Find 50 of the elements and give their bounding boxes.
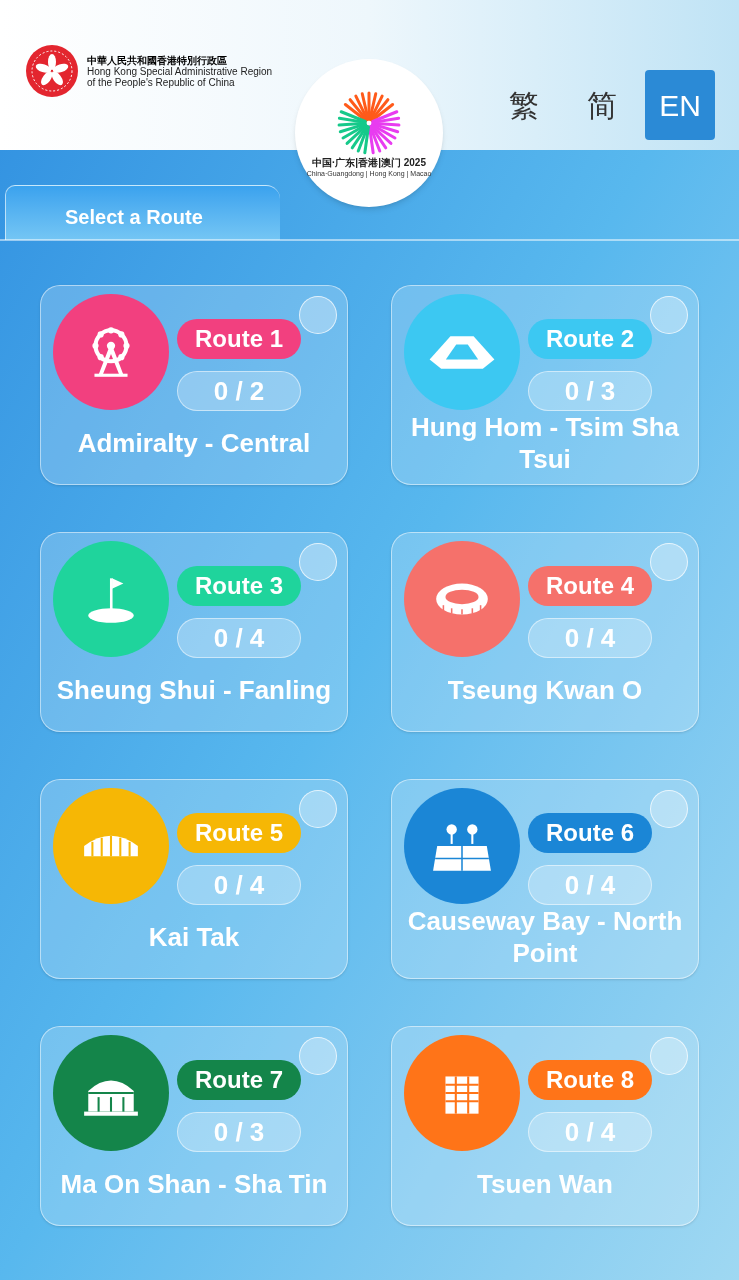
select-radio[interactable] <box>299 1037 337 1075</box>
route-badge: Route 2 <box>528 319 652 359</box>
route-card[interactable]: Route 3 0 / 4 Sheung Shui - Fanling <box>40 532 348 732</box>
route-name: Hung Hom - Tsim Sha Tsui <box>409 411 681 475</box>
route-badge: Route 7 <box>177 1060 301 1100</box>
route-tab[interactable]: Select a Route <box>5 185 280 240</box>
logo-text: 中国·广东|香港|澳门 2025 <box>312 157 426 168</box>
language-button[interactable]: EN <box>645 70 715 140</box>
route-badge: Route 6 <box>528 813 652 853</box>
progress-count: 0 / 4 <box>177 865 301 905</box>
route-badge: Route 5 <box>177 813 301 853</box>
select-radio[interactable] <box>299 296 337 334</box>
route-card[interactable]: Route 5 0 / 4 Kai Tak <box>40 779 348 979</box>
route-name: Tseung Kwan O <box>447 674 643 706</box>
select-radio[interactable] <box>299 790 337 828</box>
select-radio[interactable] <box>650 790 688 828</box>
route-card[interactable]: Route 7 0 / 3 Ma On Shan - Sha Tin <box>40 1026 348 1226</box>
progress-count: 0 / 4 <box>177 618 301 658</box>
government-name: Hong Kong Special Administrative Region <box>87 65 273 77</box>
roof-icon <box>427 333 497 371</box>
route-card[interactable]: Route 8 0 / 4 Tsuen Wan <box>391 1026 699 1226</box>
route-badge: Route 4 <box>528 566 652 606</box>
language-button[interactable]: 繁 <box>489 70 559 140</box>
progress-count: 0 / 4 <box>528 618 652 658</box>
route-badge: Route 3 <box>177 566 301 606</box>
route-name: Causeway Bay - North Point <box>406 905 684 969</box>
select-radio[interactable] <box>650 296 688 334</box>
progress-count: 0 / 3 <box>528 371 652 411</box>
route-name: Admiralty - Central <box>77 427 311 459</box>
route-name: Tsuen Wan <box>477 1168 613 1200</box>
government-name: of the People's Republic of China <box>87 76 236 88</box>
route-name: Sheung Shui - Fanling <box>56 674 332 706</box>
route-card[interactable]: Route 4 0 / 4 Tseung Kwan O <box>391 532 699 732</box>
route-name: Ma On Shan - Sha Tin <box>60 1168 328 1200</box>
language-button[interactable]: 简 <box>567 70 637 140</box>
select-radio[interactable] <box>650 1037 688 1075</box>
emblem-icon <box>25 44 79 98</box>
route-card[interactable]: Route 6 0 / 4 Causeway Bay - North Point <box>391 779 699 979</box>
progress-count: 0 / 2 <box>177 371 301 411</box>
route-card[interactable]: Route 1 0 / 2 Admiralty - Central <box>40 285 348 485</box>
progress-count: 0 / 4 <box>528 865 652 905</box>
route-badge: Route 1 <box>177 319 301 359</box>
route-card[interactable]: Route 2 0 / 3 Hung Hom - Tsim Sha Tsui <box>391 285 699 485</box>
route-badge: Route 8 <box>528 1060 652 1100</box>
select-radio[interactable] <box>299 543 337 581</box>
government-name: 中華人民共和國香港特別行政區 <box>87 54 228 66</box>
route-name: Kai Tak <box>148 921 240 953</box>
select-radio[interactable] <box>650 543 688 581</box>
progress-count: 0 / 4 <box>528 1112 652 1152</box>
progress-count: 0 / 3 <box>177 1112 301 1152</box>
